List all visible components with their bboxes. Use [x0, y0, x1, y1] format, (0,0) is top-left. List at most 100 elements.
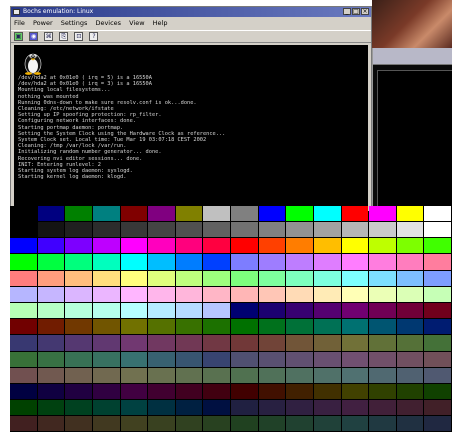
palette-swatch [341, 383, 369, 400]
palette-swatch [369, 383, 396, 400]
palette-swatch [148, 351, 175, 367]
palette-swatch [424, 383, 451, 400]
palette-swatch [37, 222, 65, 238]
menu-devices[interactable]: Devices [95, 19, 121, 27]
menu-file[interactable]: File [14, 19, 25, 27]
palette-swatch [37, 335, 65, 351]
palette-swatch [313, 367, 341, 383]
palette-swatch [148, 222, 175, 238]
menu-settings[interactable]: Settings [61, 19, 88, 27]
palette-swatch [175, 416, 203, 432]
palette-swatch [65, 416, 92, 432]
palette-swatch [424, 367, 451, 383]
palette-swatch [286, 367, 313, 383]
palette-swatch [369, 302, 396, 319]
desktop-background [372, 0, 452, 48]
palette-swatch [203, 319, 230, 335]
palette-swatch [396, 270, 424, 286]
palette-swatch [120, 238, 148, 254]
emulator-window[interactable]: Bochs emulation: Linux _ □ × File Power … [10, 6, 372, 216]
palette-swatch [396, 222, 424, 238]
palette-swatch [396, 400, 424, 416]
palette-swatch [37, 270, 65, 286]
palette-swatch [286, 222, 313, 238]
close-button[interactable]: × [361, 8, 369, 15]
palette-swatch [10, 205, 37, 222]
palette-swatch [258, 351, 286, 367]
background-window[interactable] [372, 48, 452, 212]
palette-swatch [65, 335, 92, 351]
palette-swatch [175, 400, 203, 416]
palette-swatch [148, 383, 175, 400]
palette-swatch [424, 319, 451, 335]
palette-swatch [396, 238, 424, 254]
maximize-button[interactable]: □ [352, 8, 360, 15]
palette-swatch [65, 302, 92, 319]
palette-swatch [37, 286, 65, 302]
palette-swatch [203, 400, 230, 416]
palette-swatch [396, 302, 424, 319]
minimize-button[interactable]: _ [343, 8, 351, 15]
palette-swatch [286, 416, 313, 432]
console-screen[interactable]: /dev/hda2 at 0x01e0 ( irq = 5) is a 1655… [14, 45, 368, 212]
palette-swatch [313, 302, 341, 319]
palette-swatch [92, 319, 120, 335]
palette-swatch [10, 383, 37, 400]
palette-swatch [313, 335, 341, 351]
palette-swatch [92, 270, 120, 286]
palette-swatch [65, 222, 92, 238]
palette-swatch [313, 270, 341, 286]
palette-swatch [65, 383, 92, 400]
palette-swatch [286, 400, 313, 416]
palette-swatch [231, 416, 258, 432]
menu-view[interactable]: View [129, 19, 144, 27]
palette-swatch [286, 238, 313, 254]
palette-swatch [369, 205, 396, 222]
palette-swatch [92, 222, 120, 238]
palette-swatch [369, 367, 396, 383]
palette-swatch [424, 286, 451, 302]
palette-swatch [341, 367, 369, 383]
palette-swatch [92, 416, 120, 432]
palette-swatch [148, 270, 175, 286]
palette-swatch [341, 351, 369, 367]
palette-swatch [148, 238, 175, 254]
palette-swatch [92, 383, 120, 400]
palette-swatch [203, 254, 230, 270]
palette-swatch [231, 383, 258, 400]
copy-icon[interactable]: ⎘ [59, 32, 69, 41]
palette-swatch [120, 367, 148, 383]
palette-swatch [148, 286, 175, 302]
tux-logo-icon [24, 53, 42, 75]
palette-swatch [148, 367, 175, 383]
palette-swatch [341, 302, 369, 319]
palette-swatch [231, 351, 258, 367]
palette-swatch [396, 416, 424, 432]
background-window-titlebar[interactable] [373, 48, 452, 65]
help-icon[interactable]: ? [89, 32, 99, 41]
palette-swatch [424, 335, 451, 351]
palette-swatch [10, 238, 37, 254]
palette-swatch [258, 238, 286, 254]
window-titlebar[interactable]: Bochs emulation: Linux _ □ × [11, 7, 371, 17]
menu-power[interactable]: Power [33, 19, 53, 27]
palette-swatch [148, 400, 175, 416]
palette-swatch [258, 254, 286, 270]
mouse-icon[interactable]: ⌘ [44, 32, 54, 41]
palette-swatch [37, 238, 65, 254]
snapshot-icon[interactable]: ⊡ [74, 32, 84, 41]
palette-swatch [231, 286, 258, 302]
menu-help[interactable]: Help [153, 19, 168, 27]
palette-swatch [369, 286, 396, 302]
palette-swatch [396, 286, 424, 302]
palette-swatch [369, 270, 396, 286]
palette-swatch [286, 383, 313, 400]
floppy-icon[interactable]: ▣ [14, 32, 23, 41]
palette-swatch [286, 302, 313, 319]
cdrom-icon[interactable]: ◉ [29, 32, 39, 41]
palette-swatch [120, 254, 148, 270]
palette-swatch [65, 319, 92, 335]
palette-swatch [369, 319, 396, 335]
palette-swatch [396, 205, 424, 222]
palette-swatch [203, 238, 230, 254]
